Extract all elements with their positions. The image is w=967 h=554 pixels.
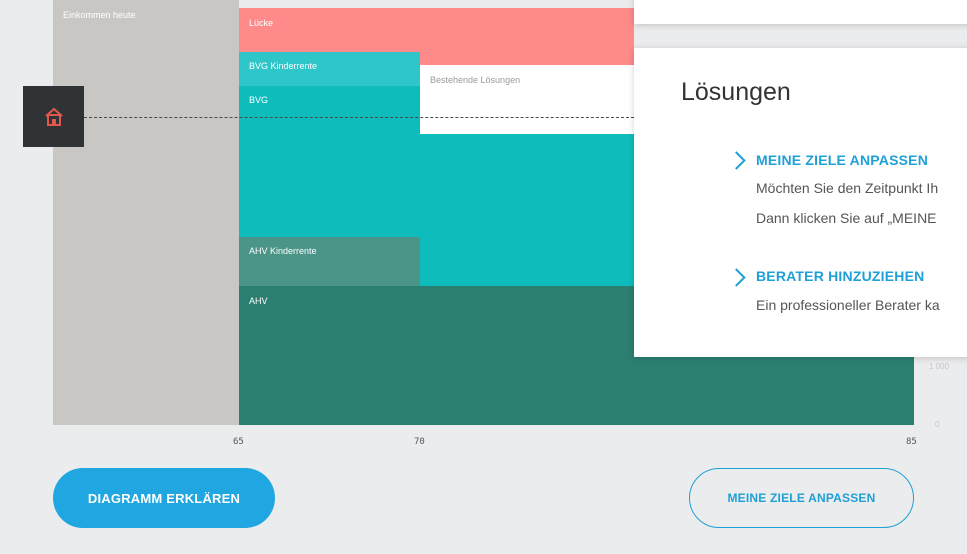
chevron-right-icon: [727, 268, 746, 287]
segment-existing-solutions-label: Bestehende Lösungen: [430, 75, 521, 85]
target-income-line: [84, 117, 634, 118]
segment-ahv-label: AHV: [249, 296, 268, 306]
segment-income-today-label: Einkommen heute: [63, 10, 136, 20]
y-tick-1000: 1 000: [929, 362, 950, 371]
segment-existing-solutions: Bestehende Lösungen: [420, 65, 634, 134]
x-tick-70: 70: [414, 437, 425, 447]
solution-text-line: Möchten Sie den Zeitpunkt Ih: [756, 180, 939, 196]
explain-diagram-button[interactable]: DIAGRAMM ERKLÄREN: [53, 468, 275, 528]
segment-gap-label: Lücke: [249, 18, 274, 28]
solutions-card: Lösungen MEINE ZIELE ANPASSEN Möchten Si…: [634, 48, 967, 357]
segment-ahv-child-pension: AHV Kinderrente: [239, 237, 420, 286]
solution-text-line: Dann klicken Sie auf „MEINE: [756, 210, 937, 226]
chevron-right-icon: [727, 151, 746, 170]
solution-heading-adjust-goals[interactable]: MEINE ZIELE ANPASSEN: [756, 152, 928, 168]
segment-bvg: BVG: [239, 86, 420, 237]
solution-heading-advisor[interactable]: BERATER HINZUZIEHEN: [756, 268, 924, 284]
y-tick-0: 0: [935, 420, 940, 429]
solution-text-line: Ein professioneller Berater ka: [756, 297, 940, 313]
segment-bvg-extended: [420, 134, 634, 286]
adjust-goals-button[interactable]: MEINE ZIELE ANPASSEN: [689, 468, 914, 528]
home-marker[interactable]: [23, 86, 84, 147]
segment-ahv-child-pension-label: AHV Kinderrente: [249, 246, 317, 256]
segment-income-today: Einkommen heute: [53, 0, 239, 425]
home-icon: [44, 107, 63, 126]
solutions-title: Lösungen: [681, 78, 791, 106]
segment-bvg-label: BVG: [249, 95, 269, 105]
x-tick-85: 85: [906, 437, 917, 447]
segment-bvg-child-pension: BVG Kinderrente: [239, 52, 420, 88]
segment-bvg-child-pension-label: BVG Kinderrente: [249, 61, 318, 71]
x-tick-65: 65: [233, 437, 244, 447]
top-card: [634, 0, 967, 24]
